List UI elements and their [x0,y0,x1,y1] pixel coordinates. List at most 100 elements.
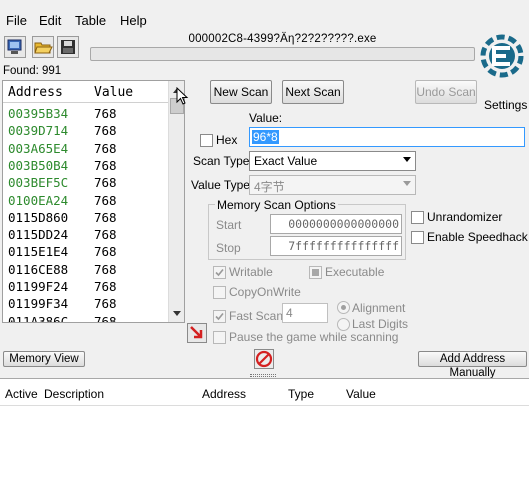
writable-checkbox[interactable] [213,266,226,279]
row-value: 768 [94,106,117,121]
list-item[interactable]: 003BEF5C 768 [3,174,168,191]
menu-table[interactable]: Table [75,13,106,28]
menu-edit[interactable]: Edit [39,13,61,28]
logo-settings-area[interactable]: Settings [478,34,527,112]
panel-splitter[interactable] [250,374,276,377]
mouse-cursor-icon [176,87,189,105]
select-process-button[interactable] [4,36,26,58]
row-address: 01199F34 [8,296,69,312]
cheat-engine-logo-icon [480,34,524,78]
row-address: 0115DD24 [8,227,69,243]
add-to-list-button[interactable] [187,323,207,343]
list-item[interactable]: 0115DD24 768 [3,226,168,243]
stop-address-input[interactable]: 7fffffffffffffff [270,236,402,256]
chevron-down-icon [403,157,411,162]
scan-value-input[interactable]: 96*8 [249,127,525,147]
undo-scan-button[interactable]: Undo Scan [415,80,477,104]
fast-scan-input[interactable]: 4 [282,303,328,323]
new-scan-button[interactable]: New Scan [210,80,272,104]
menu-bar: File Edit Table Help [0,10,529,30]
stop-icon [255,350,273,368]
list-item[interactable]: 01199F34 768 [3,295,168,312]
cheat-table-header: Active Description Address Type Value [0,379,529,406]
copyonwrite-label: CopyOnWrite [229,285,301,299]
alignment-radio[interactable] [337,301,350,314]
unrandomizer-checkbox[interactable] [411,211,424,224]
row-value: 768 [94,296,117,312]
settings-label[interactable]: Settings [484,98,527,112]
list-item[interactable]: 0039D714 768 [3,122,168,139]
list-item[interactable]: 003A65E4 768 [3,140,168,157]
last-digits-label: Last Digits [352,317,409,331]
radio-dot [341,305,346,310]
arrow-down-right-icon [190,326,203,339]
row-address: 011A386C [8,313,69,323]
row-value: 768 [94,279,117,294]
list-header: Address Value [3,81,168,103]
cheat-table[interactable]: Active Description Address Type Value [0,378,529,498]
list-item[interactable]: 0116CE88 768 [3,261,168,278]
start-address-value: 0000000000000000 [288,217,399,231]
executable-checkbox[interactable] [309,266,322,279]
row-value: 768 [94,209,117,225]
list-item[interactable]: 0100EA24 768 [3,192,168,209]
row-value: 768 [94,157,117,173]
add-address-manually-button[interactable]: Add Address Manually [418,351,527,379]
scan-type-select[interactable]: Exact Value [249,151,416,171]
value-type-value: 4字节 [254,180,285,194]
value-column-header[interactable]: Value [94,85,133,100]
stop-address-value: 7fffffffffffffff [288,239,399,253]
list-item[interactable]: 01199F24 768 [3,278,168,295]
process-select-icon [7,39,22,54]
checkmark-icon [215,268,224,277]
checkmark-icon [215,312,224,321]
address-column-header[interactable]: Address [8,85,63,100]
scan-type-label: Scan Type [193,154,250,168]
scan-progress-bar [90,47,475,61]
save-disk-icon [61,40,75,54]
list-item[interactable]: 011A386C 768 [3,313,168,323]
fast-scan-checkbox[interactable] [213,310,226,323]
start-address-input[interactable]: 0000000000000000 [270,214,402,234]
value-type-select[interactable]: 4字节 [249,175,416,195]
column-address[interactable]: Address [202,387,246,401]
row-value: 768 [94,227,117,243]
copyonwrite-checkbox[interactable] [213,286,226,299]
memory-view-button[interactable]: Memory View [3,351,85,367]
open-folder-icon [34,42,53,54]
speedhack-checkbox[interactable] [411,231,424,244]
list-item[interactable]: 0115E1E4 768 [3,243,168,260]
list-scrollbar[interactable] [168,81,184,322]
clear-list-button[interactable] [254,349,274,369]
alignment-label: Alignment [352,301,406,315]
fast-scan-label: Fast Scan [229,309,284,323]
row-value: 768 [94,261,117,277]
fast-scan-value: 4 [286,306,293,320]
found-address-list[interactable]: Address Value 00395B34 768 0039D714 768 003A… [2,80,185,323]
unrandomizer-label: Unrandomizer [427,210,503,224]
row-address: 0115D860 [8,209,69,225]
menu-help[interactable]: Help [120,13,147,28]
row-address: 00395B34 [8,106,69,121]
list-item[interactable]: 00395B34 768 [3,105,168,122]
start-label: Start [216,218,242,232]
indeterminate-mark [312,269,319,276]
column-active[interactable]: Active [5,387,38,401]
menu-file[interactable]: File [6,13,27,28]
chevron-down-icon [403,181,411,186]
list-item[interactable]: 0115D860 768 [3,209,168,226]
executable-label: Executable [325,265,385,279]
row-value: 768 [94,313,117,323]
scroll-down-icon[interactable] [172,310,182,318]
memory-scan-options-title: Memory Scan Options [215,198,338,212]
open-file-button[interactable] [32,36,54,58]
next-scan-button[interactable]: Next Scan [282,80,344,104]
scan-type-value: Exact Value [254,154,318,168]
hex-checkbox[interactable] [200,134,213,147]
column-value[interactable]: Value [346,387,376,401]
column-description[interactable]: Description [44,387,104,401]
list-item[interactable]: 003B50B4 768 [3,157,168,174]
pause-game-checkbox[interactable] [213,331,226,344]
save-button[interactable] [57,36,79,58]
column-type[interactable]: Type [288,387,314,401]
